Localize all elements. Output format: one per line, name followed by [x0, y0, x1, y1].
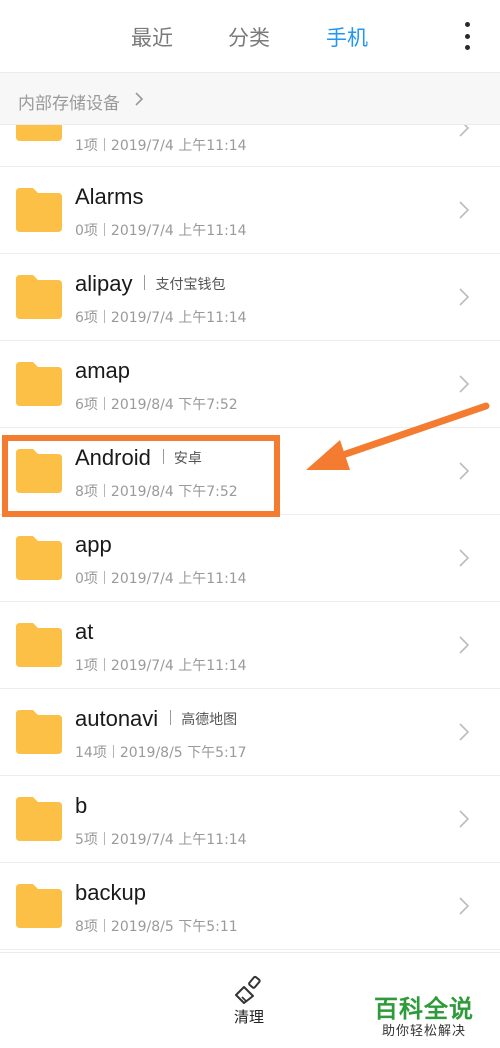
item-date: 2019/7/4 上午11:14	[110, 832, 247, 848]
item-date: 2019/7/4 上午11:14	[110, 223, 247, 239]
folder-icon	[16, 884, 62, 928]
item-date: 2019/8/5 下午5:17	[119, 745, 247, 761]
breadcrumb: 内部存储设备	[0, 72, 500, 125]
watermark-title: 百科全说	[374, 995, 474, 1023]
item-meta: 0项 2019/7/4 上午11:14	[75, 568, 247, 588]
chevron-right-icon	[459, 810, 470, 828]
item-name: app	[75, 532, 112, 558]
folder-icon	[16, 362, 62, 406]
folder-icon	[16, 710, 62, 754]
item-name-text: Alarms	[75, 184, 144, 209]
item-name-text: autonavi	[75, 706, 159, 731]
tab-category[interactable]: 分类	[228, 22, 270, 52]
annotation-arrow-icon	[306, 402, 490, 470]
item-date: 2019/7/4 上午11:14	[110, 138, 247, 154]
item-name: amap	[75, 358, 130, 384]
file-list: 1项 2019/7/4 上午11:14 Alarms 0项 2019/7/4 上午1…	[0, 125, 500, 951]
item-meta: 14项 2019/8/5 下午5:17	[75, 742, 247, 762]
folder-icon	[16, 275, 62, 319]
item-meta: 1项 2019/7/4 上午11:14	[75, 655, 247, 675]
item-meta: 0项 2019/7/4 上午11:14	[75, 220, 247, 240]
list-item[interactable]: backup 8项 2019/8/5 下午5:11	[0, 863, 500, 950]
item-name-text: b	[75, 793, 88, 818]
list-item[interactable]: autonavi 高德地图 14项 2019/8/5 下午5:17	[0, 689, 500, 776]
item-count: 6项	[75, 310, 98, 326]
item-count: 0项	[75, 571, 98, 587]
folder-icon	[16, 536, 62, 580]
folder-icon	[16, 797, 62, 841]
item-name-text: backup	[75, 880, 146, 905]
item-name-text: at	[75, 619, 94, 644]
chevron-right-icon	[459, 723, 470, 741]
item-meta: 8项 2019/8/5 下午5:11	[75, 916, 238, 936]
item-name: alipay 支付宝钱包	[75, 271, 225, 297]
item-count: 1项	[75, 658, 98, 674]
chevron-right-icon	[459, 897, 470, 915]
item-alias: 高德地图	[181, 712, 238, 728]
chevron-right-icon	[459, 375, 470, 393]
folder-icon	[16, 188, 62, 232]
item-date: 2019/7/4 上午11:14	[110, 658, 247, 674]
highlight-box	[2, 435, 280, 517]
chevron-right-icon	[459, 201, 470, 219]
item-date: 2019/8/5 下午5:11	[110, 919, 238, 935]
item-count: 8项	[75, 919, 98, 935]
item-date: 2019/8/4 下午7:52	[110, 397, 238, 413]
item-name: Alarms	[75, 184, 143, 210]
chevron-right-icon	[459, 288, 470, 306]
item-name-text: alipay	[75, 271, 133, 296]
item-alias: 支付宝钱包	[155, 277, 226, 293]
folder-icon	[16, 125, 62, 141]
list-item[interactable]: 1项 2019/7/4 上午11:14	[0, 125, 500, 167]
item-name: b	[75, 793, 87, 819]
item-count: 5项	[75, 832, 98, 848]
item-count: 6项	[75, 397, 98, 413]
item-name: autonavi 高德地图	[75, 706, 237, 732]
item-name-text: app	[75, 532, 112, 557]
item-count: 1项	[75, 138, 98, 154]
top-tab-bar: 最近 分类 手机	[0, 0, 500, 72]
more-vert-icon[interactable]	[462, 22, 472, 50]
item-meta: 6项 2019/7/4 上午11:14	[75, 307, 247, 327]
list-item[interactable]: at 1项 2019/7/4 上午11:14	[0, 602, 500, 689]
watermark-subtitle: 助你轻松解决	[382, 1024, 467, 1039]
broom-icon[interactable]	[233, 975, 265, 1005]
chevron-right-icon	[459, 549, 470, 567]
list-item[interactable]: Alarms 0项 2019/7/4 上午11:14	[0, 167, 500, 254]
list-item[interactable]: b 5项 2019/7/4 上午11:14	[0, 776, 500, 863]
item-name: at	[75, 619, 93, 645]
bottom-bar: 清理 百科全说 助你轻松解决	[0, 952, 500, 1048]
item-meta: 5项 2019/7/4 上午11:14	[75, 829, 247, 849]
item-meta: 1项 2019/7/4 上午11:14	[75, 135, 247, 155]
item-date: 2019/7/4 上午11:14	[110, 310, 247, 326]
chevron-right-icon	[135, 92, 144, 106]
item-name-text: amap	[75, 358, 131, 383]
item-name: backup	[75, 880, 146, 906]
item-count: 14项	[75, 745, 107, 761]
list-item[interactable]: alipay 支付宝钱包 6项 2019/7/4 上午11:14	[0, 254, 500, 341]
clean-label[interactable]: 清理	[234, 1006, 264, 1027]
item-count: 0项	[75, 223, 98, 239]
chevron-right-icon	[459, 636, 470, 654]
tab-recent[interactable]: 最近	[131, 22, 173, 52]
tab-phone[interactable]: 手机	[326, 22, 368, 52]
list-item[interactable]: app 0项 2019/7/4 上午11:14	[0, 515, 500, 602]
folder-icon	[16, 623, 62, 667]
chevron-right-icon	[459, 125, 470, 137]
item-date: 2019/7/4 上午11:14	[110, 571, 247, 587]
breadcrumb-internal-storage[interactable]: 内部存储设备	[18, 89, 120, 114]
item-meta: 6项 2019/8/4 下午7:52	[75, 394, 238, 414]
